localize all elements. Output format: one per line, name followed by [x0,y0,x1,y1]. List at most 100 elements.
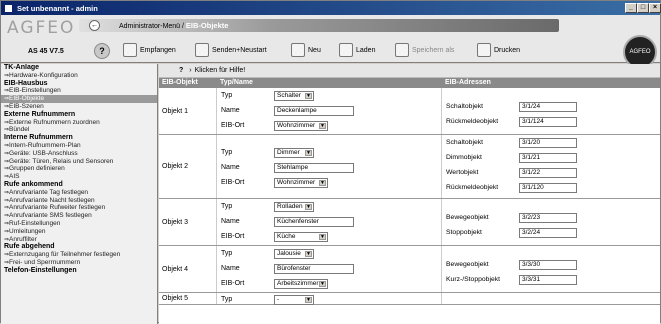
address-input[interactable]: 3/1/20 [519,138,577,148]
typ-select[interactable]: - ▼ [274,295,314,305]
sidebar: TK-AnlageHardware-KonfigurationEIB-Hausb… [1,64,158,324]
address-label: Kurz-/Stoppobjekt [446,276,501,283]
typ-select[interactable]: Dimmer ▼ [274,148,314,158]
app-icon [4,3,13,13]
save-label: Speichern als [412,46,455,54]
breadcrumb-parent[interactable]: Administrator-Menü / [119,23,184,30]
sidebar-item[interactable]: Anruffilter [1,236,157,244]
typ-select-value: Jalousie [277,250,301,257]
save-as-button[interactable]: Speichern als [395,43,454,57]
typ-select[interactable]: Schalter ▼ [274,91,314,101]
addresses-cell: Bewegeobjekt 3/2/23 Stoppobjekt 3/2/24 [442,199,660,245]
receive-label: Empfangen [140,46,176,54]
sidebar-item[interactable]: Geräte: Türen, Relais und Sensoren [1,158,157,166]
object-name: Objekt 4 [159,246,217,292]
sidebar-item[interactable]: Bündel [1,126,157,134]
field-label-typ: Typ [221,149,233,156]
send-restart-button[interactable]: Senden+Neustart [195,43,267,57]
printer-icon [477,43,491,57]
close-button[interactable]: × [649,3,661,13]
type-name-cell: Typ Schalter ▼ Name Deckenlampe EIB-Ort Wohnzi… [217,88,442,134]
sidebar-item[interactable]: Anrufvariante Tag festlegen [1,189,157,197]
sidebar-item[interactable]: Geräte: USB-Anschluss [1,150,157,158]
maximize-button[interactable]: □ [637,3,649,13]
address-input[interactable]: 3/3/31 [519,275,577,285]
sidebar-item[interactable]: Ruf-Einstellungen [1,220,157,228]
typ-select[interactable]: Rolladen ▼ [274,202,314,212]
sidebar-item[interactable]: Gruppen definieren [1,165,157,173]
help-icon[interactable]: ? [94,43,110,59]
address-label: Bewegeobjekt [446,214,489,221]
name-input[interactable]: Deckenlampe [274,106,354,116]
sidebar-item[interactable]: Hardware-Konfiguration [1,72,157,80]
field-label-typ: Typ [221,203,233,210]
chevron-down-icon: ▼ [319,281,326,287]
table-row: Objekt 2 Typ Dimmer ▼ Name Stehlampe EIB-Ort Wo… [159,135,660,199]
name-input[interactable]: Stehlampe [274,163,354,173]
typ-select[interactable]: Jalousie ▼ [274,249,314,259]
sidebar-item[interactable]: Anrufvariante Rufweiter festlegen [1,204,157,212]
address-label: Schaltobjekt [446,139,484,146]
field-label-name: Name [221,164,240,171]
type-name-cell: Typ Dimmer ▼ Name Stehlampe EIB-Ort Wohnzimmer… [217,135,442,198]
new-button[interactable]: Neu [291,43,321,57]
sidebar-item[interactable]: AIS [1,173,157,181]
print-button[interactable]: Drucken [477,43,520,57]
address-label: Stoppobjekt [446,229,482,236]
address-label: Wertobjekt [446,169,479,176]
agfeo-logo: AGFEO [7,18,76,38]
ort-select[interactable]: Küche ▼ [274,232,328,242]
col-eib-addresses: EIB-Adressen [445,79,491,86]
address-input[interactable]: 3/1/120 [519,183,577,193]
sidebar-item[interactable]: EIB-Einstellungen [1,87,157,95]
address-label: Schaltobjekt [446,103,484,110]
send-icon [195,43,209,57]
chevron-down-icon: ▼ [305,297,312,303]
addresses-cell: Bewegeobjekt 3/3/30 Kurz-/Stoppobjekt 3/3/3… [442,246,660,292]
chevron-down-icon: ▼ [305,93,312,99]
chevron-down-icon: ▼ [305,251,312,257]
sidebar-item[interactable]: Umleitungen [1,228,157,236]
table-body: Objekt 1 Typ Schalter ▼ Name Deckenlampe EIB-O… [159,88,660,305]
address-input[interactable]: 3/1/21 [519,153,577,163]
sidebar-item[interactable]: Intern-Rufnummern-Plan [1,142,157,150]
sidebar-item[interactable]: EIB-Objekte [1,95,157,103]
sidebar-item[interactable]: Externe Rufnummern zuordnen [1,119,157,127]
sidebar-item[interactable]: Frei- und Sperrnummern [1,259,157,267]
field-label-typ: Typ [221,92,233,99]
address-input[interactable]: 3/3/30 [519,260,577,270]
help-question-icon: ? [179,67,184,74]
address-input[interactable]: 3/1/22 [519,168,577,178]
address-label: Dimmobjekt [446,154,482,161]
chevron-down-icon: ▼ [305,204,312,210]
minimize-button[interactable]: _ [625,3,637,13]
help-hint[interactable]: ? › Klicken für Hilfe! [159,64,660,78]
table-row: Objekt 5 Typ - ▼ [159,293,660,305]
name-input[interactable]: Küchenfenster [274,217,354,227]
address-input[interactable]: 3/2/24 [519,228,577,238]
header: AGFEO ← Administrator-Menü / EIB-Objekte… [1,15,660,69]
sidebar-item[interactable]: EIB-Szenen [1,103,157,111]
sidebar-item[interactable]: Externzugang für Teilnehmer festlegen [1,251,157,259]
ort-select[interactable]: Wohnzimmer ▼ [274,121,328,131]
load-icon [339,43,353,57]
chevron-down-icon: ▼ [319,180,326,186]
sidebar-item[interactable]: Anrufvariante SMS festlegen [1,212,157,220]
address-label: Bewegeobjekt [446,261,489,268]
field-label-typ: Typ [221,250,233,257]
chevron-down-icon: ▼ [319,123,326,129]
receive-button[interactable]: Empfangen [123,43,176,57]
ort-select[interactable]: Arbeitszimmer ▼ [274,279,328,289]
ort-select-value: Küche [277,233,296,240]
address-input[interactable]: 3/2/23 [519,213,577,223]
field-label-name: Name [221,265,240,272]
sidebar-item[interactable]: Anrufvariante Nacht festlegen [1,197,157,205]
table-row: Objekt 3 Typ Rolladen ▼ Name Küchenfenster EIB… [159,199,660,246]
address-input[interactable]: 3/1/124 [519,117,577,127]
back-arrow-icon[interactable]: ← [89,20,100,31]
load-button[interactable]: Laden [339,43,375,57]
address-input[interactable]: 3/1/24 [519,102,577,112]
version-label: AS 45 V7.5 [28,48,64,55]
name-input[interactable]: Bürofenster [274,264,354,274]
ort-select[interactable]: Wohnzimmer ▼ [274,178,328,188]
